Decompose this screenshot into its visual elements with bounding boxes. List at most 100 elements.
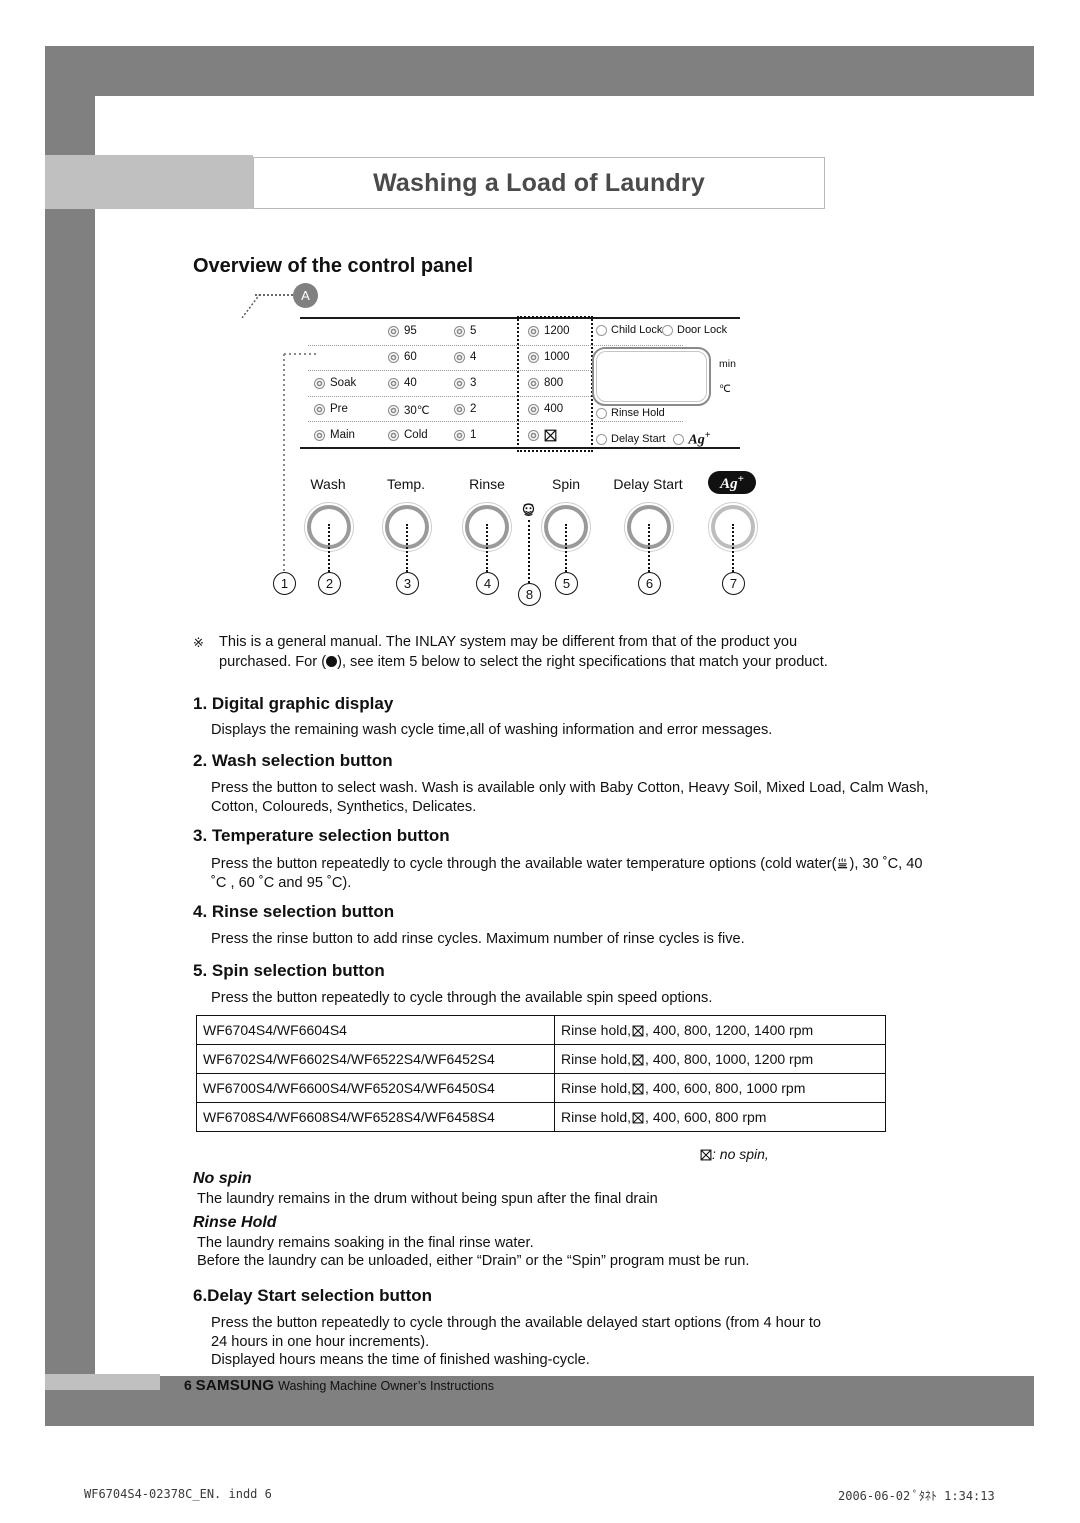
no-spin-body: The laundry remains in the drum without … [197,1191,658,1207]
page-title: Washing a Load of Laundry [373,168,705,197]
item-6-body-3: Displayed hours means the time of finish… [211,1352,590,1368]
panel-label-soak: Soak [330,377,357,389]
panel-label-rinse-2: 2 [470,403,477,415]
footer-subtitle: Washing Machine Owner’s Instructions [278,1379,494,1393]
page-frame-left [45,46,95,1426]
led-icon [662,324,673,336]
item-3-body: Press the button repeatedly to cycle thr… [211,855,926,893]
led-icon [388,429,399,441]
page-footer: 6 SAMSUNG Washing Machine Owner’s Instru… [184,1377,494,1394]
knob-label-wash: Wash [310,476,346,492]
spin-speed-table: WF6704S4/WF6604S4 Rinse hold,, 400, 800,… [196,1015,886,1132]
table-row: WF6702S4/WF6602S4/WF6522S4/WF6452S4 Rins… [196,1044,886,1074]
filled-circle-icon [326,655,338,667]
panel-cell-temp-60: 60 [388,351,417,363]
led-icon [454,403,465,415]
table-cell-speeds: Rinse hold,, 400, 800, 1000, 1200 rpm [554,1044,886,1074]
panel-cell-rinse-4: 4 [454,351,476,363]
panel-label-rinse-3: 3 [470,377,477,389]
leader-knob-spin [565,524,567,572]
print-info-left: WF6704S4-02378C_EN. indd 6 [84,1487,272,1501]
item-4-heading: 4. Rinse selection button [193,902,395,921]
panel-cell-rinse-1: 1 [454,429,476,441]
callout-a-leader [255,294,293,298]
panel-label-temp-60: 60 [404,351,417,363]
cold-water-icon [838,858,848,869]
ag-plus-badge: Ag+ [708,471,756,494]
table-row: WF6704S4/WF6604S4 Rinse hold,, 400, 800,… [196,1015,886,1045]
panel-cell-rinse-3: 3 [454,377,476,389]
leader-knob-delay [648,524,650,572]
callout-a: A [293,283,318,308]
led-icon [454,351,465,363]
no-spin-icon [632,1112,644,1124]
item-3-body-pre: Press the button repeatedly to cycle thr… [211,856,837,872]
panel-cell-rinse-2: 2 [454,403,476,415]
manual-page: Washing a Load of Laundry Overview of th… [0,0,1080,1523]
led-icon [673,433,685,445]
marker-4: 4 [476,572,499,595]
table-row: WF6700S4/WF6600S4/WF6520S4/WF6450S4 Rins… [196,1073,886,1103]
table-cell-models: WF6702S4/WF6602S4/WF6522S4/WF6452S4 [196,1044,555,1074]
no-spin-icon [700,1149,712,1161]
note-line-2: purchased. For (), see item 5 below to s… [219,653,923,673]
table-cell-speeds: Rinse hold,, 400, 800, 1200, 1400 rpm [554,1015,886,1045]
spin-column-highlight [517,316,593,452]
indicator-delay-start-label: Delay Start [611,433,666,446]
panel-label-main: Main [330,429,355,441]
panel-label-temp-30: 30℃ [404,405,430,417]
item-6-heading: 6.Delay Start selection button [193,1286,432,1305]
led-icon [596,433,607,445]
panel-label-temp-40: 40 [404,377,417,389]
leader-knob-ag [732,524,734,572]
led-icon [454,429,465,441]
note-line-2-pre: purchased. For ( [219,653,327,670]
panel-label-temp-cold: Cold [404,429,428,441]
leader-knob-rinse [486,524,488,572]
led-icon [596,407,607,419]
item-2-heading: 2. Wash selection button [193,751,393,770]
panel-cell-wash-main: Main [314,429,355,441]
panel-cell-rinse-5: 5 [454,325,476,337]
led-icon [454,325,465,337]
no-spin-heading: No spin [193,1170,252,1187]
indicator-child-lock: Child Lock [596,324,662,336]
item-5-heading: 5. Spin selection button [193,961,385,980]
panel-cell-temp-30: 30℃ [388,403,430,417]
table-cell-models: WF6700S4/WF6600S4/WF6520S4/WF6450S4 [196,1073,555,1103]
knob-label-spin: Spin [551,476,581,492]
marker-1: 1 [273,572,296,595]
note-line-1: This is a general manual. The INLAY syst… [219,634,798,650]
led-icon [314,377,325,389]
panel-cell-temp-cold: Cold [388,429,428,441]
title-accent-band [45,155,253,209]
footer-accent-band [45,1374,160,1390]
item-1-body: Displays the remaining wash cycle time,a… [211,722,773,738]
indicator-rinse-hold: Rinse Hold [596,407,665,419]
item-6-body-2: 24 hours in one hour increments). [211,1334,430,1350]
led-icon [596,324,607,336]
table-cell-models: WF6708S4/WF6608S4/WF6528S4/WF6458S4 [196,1102,555,1132]
ag-plus-badge-label: Ag+ [720,472,744,492]
item-1-heading: 1. Digital graphic display [193,694,394,713]
marker-3: 3 [396,572,419,595]
page-title-box: Washing a Load of Laundry [253,157,825,209]
no-spin-icon [632,1083,644,1095]
callout-a-label: A [301,288,310,303]
led-icon [388,351,399,363]
led-icon [314,429,325,441]
panel-label-rinse-5: 5 [470,325,477,337]
leader-baby [528,520,530,583]
item-3-heading: 3. Temperature selection button [193,826,450,845]
table-cell-speeds: Rinse hold,, 400, 600, 800, 1000 rpm [554,1073,886,1103]
indicator-delay-start: Delay Start Ag+ [596,430,710,449]
leader-knob-wash [328,524,330,572]
digital-graphic-display [592,347,711,406]
footer-brand: SAMSUNG [195,1377,275,1394]
knob-label-rinse: Rinse [469,476,505,492]
table-cell-models: WF6704S4/WF6604S4 [196,1015,555,1045]
panel-cell-temp-95: 95 [388,325,417,337]
panel-label-temp-95: 95 [404,325,417,337]
rinse-hold-body-2: Before the laundry can be unloaded, eith… [197,1253,750,1269]
general-note: ※ This is a general manual. The INLAY sy… [193,633,923,672]
